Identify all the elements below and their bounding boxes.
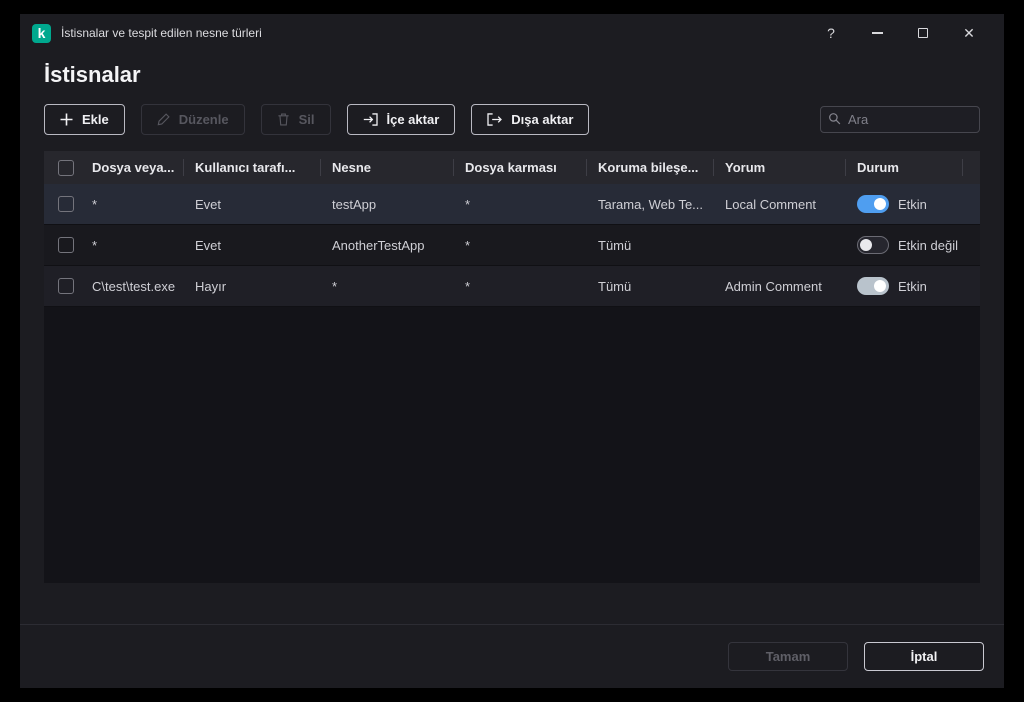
column-header[interactable]: Nesne [320,151,453,184]
status-label: Etkin [898,196,927,212]
column-header[interactable]: Dosya karması [453,151,586,184]
table-header: Dosya veya... Kullanıcı tarafı... Nesne Dos… [44,151,980,184]
search-box [820,106,980,133]
pencil-icon [157,113,170,126]
column-header[interactable]: Kullanıcı tarafı... [183,151,320,184]
cell-comment: Admin Comment [725,278,822,294]
cell-comment: Local Comment [725,196,817,212]
help-button[interactable]: ? [808,18,854,48]
cell-user: Hayır [195,278,227,294]
maximize-button[interactable] [900,18,946,48]
import-button-label: İçe aktar [386,112,440,127]
footer-spacer [20,583,1004,624]
cell-object: * [332,278,338,294]
cell-object: testApp [332,196,377,212]
table-row[interactable]: * Evet AnotherTestApp * Tümü Etkin değil [44,225,980,266]
window-title: İstisnalar ve tespit edilen nesne türler… [61,26,262,40]
table-row[interactable]: C\test\test.exe Hayır * * Tümü Admin Comment E… [44,266,980,307]
export-icon [487,113,503,126]
row-checkbox-cell [44,196,80,212]
edit-button[interactable]: Düzenle [140,104,245,135]
delete-button-label: Sil [298,112,315,127]
kaspersky-logo-icon: k [32,23,51,43]
import-button[interactable]: İçe aktar [346,104,456,135]
row-checkbox[interactable] [58,237,74,253]
cell-component: Tarama, Web Te... [598,196,704,212]
add-button-label: Ekle [82,112,109,127]
cell-file: * [92,237,98,253]
edit-button-label: Düzenle [178,112,229,127]
column-header[interactable]: Yorum [713,151,845,184]
cell-object: AnotherTestApp [332,237,425,253]
status-label: Etkin [898,278,927,294]
table-body: * Evet testApp * Tarama, Web Te... Local Comm… [44,184,980,583]
cancel-button[interactable]: İptal [864,642,984,671]
cell-user: Evet [195,196,222,212]
titlebar: k İstisnalar ve tespit edilen nesne türl… [20,14,1004,52]
cell-file: * [92,196,98,212]
delete-button[interactable]: Sil [260,104,331,135]
import-icon [363,113,378,126]
cell-status: Etkin [845,195,962,213]
cell-hash: * [465,196,471,212]
cell-hash: * [465,237,471,253]
ok-button[interactable]: Tamam [728,642,848,671]
add-button[interactable]: Ekle [44,104,125,135]
header-gutter [962,151,980,184]
export-button-label: Dışa aktar [511,112,574,127]
column-header[interactable]: Durum [845,151,962,184]
plus-icon [60,113,73,126]
column-header[interactable]: Koruma bileşe... [586,151,713,184]
row-checkbox[interactable] [58,196,74,212]
row-checkbox-cell [44,237,80,253]
cell-file: C\test\test.exe [92,278,176,294]
cell-component: Tümü [598,237,632,253]
table-row[interactable]: * Evet testApp * Tarama, Web Te... Local Comm… [44,184,980,225]
export-button[interactable]: Dışa aktar [471,104,590,135]
cell-hash: * [465,278,471,294]
row-checkbox[interactable] [58,278,74,294]
footer: Tamam İptal [20,624,1004,688]
header-checkbox-cell [44,151,80,184]
close-button[interactable]: ✕ [946,18,992,48]
exclusions-table: Dosya veya... Kullanıcı tarafı... Nesne Dos… [44,151,980,583]
search-icon [828,112,841,125]
row-checkbox-cell [44,278,80,294]
toolbar: Ekle Düzenle Sil İçe aktar Dışa aktar [44,104,980,135]
minimize-icon [871,32,883,34]
cell-status: Etkin [845,277,962,295]
minimize-button[interactable] [854,18,900,48]
page-title: İstisnalar [44,62,141,87]
cell-status: Etkin değil [845,236,962,254]
select-all-checkbox[interactable] [58,159,74,176]
app-window: k İstisnalar ve tespit edilen nesne türl… [20,14,1004,688]
status-toggle[interactable] [857,195,889,213]
status-toggle[interactable] [857,277,889,295]
column-header[interactable]: Dosya veya... [80,151,183,184]
trash-icon [277,113,290,126]
window-controls: ? ✕ [808,18,992,48]
maximize-icon [918,28,928,38]
cell-user: Evet [195,237,222,253]
cell-component: Tümü [598,278,632,294]
status-toggle[interactable] [857,236,889,254]
status-label: Etkin değil [898,237,958,253]
search-input[interactable] [820,106,980,133]
